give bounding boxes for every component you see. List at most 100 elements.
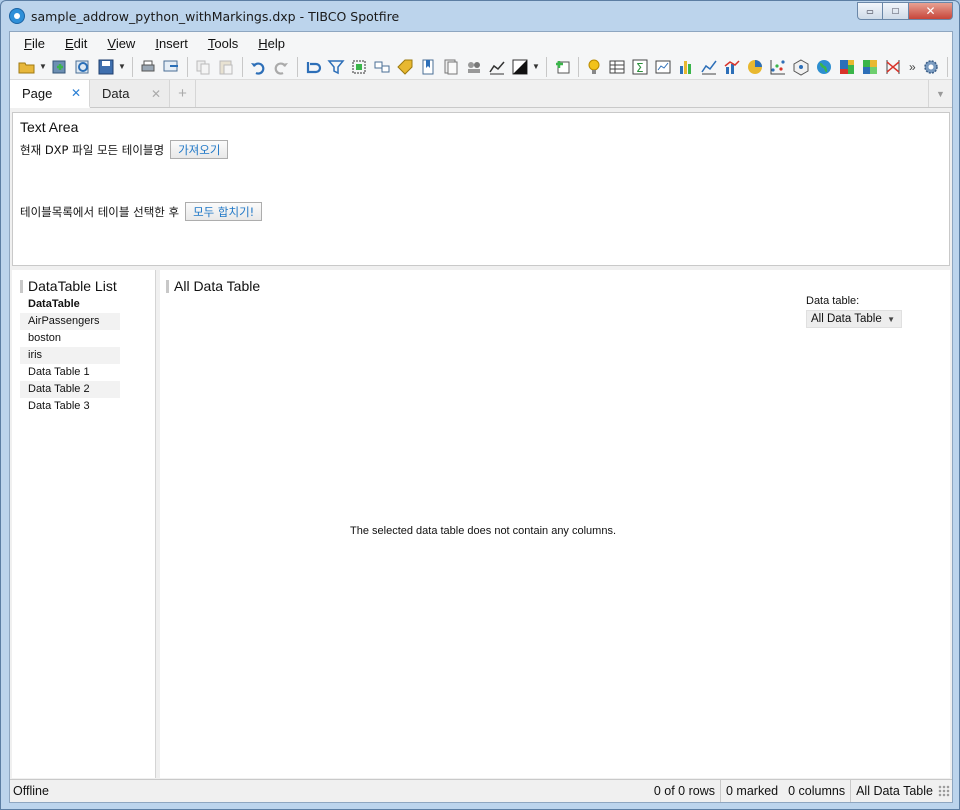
save-icon[interactable] xyxy=(95,56,117,78)
spotfire-app-icon xyxy=(9,8,25,24)
markings-icon[interactable] xyxy=(348,56,370,78)
treemap-icon[interactable] xyxy=(836,56,858,78)
merge-tables-label: 테이블목록에서 테이블 선택한 후 xyxy=(20,204,180,219)
open-dropdown-icon[interactable]: ▼ xyxy=(39,62,47,71)
open-icon[interactable] xyxy=(16,56,38,78)
menu-insert[interactable]: Insert xyxy=(145,36,198,51)
combination-chart-icon[interactable] xyxy=(721,56,743,78)
window-title: sample_addrow_python_withMarkings.dxp - … xyxy=(31,8,400,24)
properties-icon[interactable] xyxy=(486,56,508,78)
data-table-selected: All Data Table xyxy=(811,313,882,325)
text-area-title: Text Area xyxy=(20,119,79,135)
redo-icon[interactable] xyxy=(270,56,292,78)
details-icon[interactable] xyxy=(463,56,485,78)
toolbar-separator xyxy=(546,56,547,77)
close-tab-icon[interactable]: ✕ xyxy=(151,87,161,101)
datatable-list-header: DataTable List xyxy=(20,278,117,294)
color-scheme-dropdown-icon[interactable]: ▼ xyxy=(532,62,540,71)
maximize-button[interactable]: □ xyxy=(883,2,909,20)
tab-label: Page xyxy=(22,85,53,101)
data-table-label: Data table: xyxy=(806,295,860,307)
merge-tables-row: 테이블목록에서 테이블 선택한 후 모두 합치기! xyxy=(20,202,263,221)
filter-icon[interactable] xyxy=(325,56,347,78)
insert-data-icon[interactable] xyxy=(49,56,71,78)
data-relations-icon[interactable] xyxy=(371,56,393,78)
active-table-status[interactable]: All Data Table xyxy=(850,780,938,802)
table-icon[interactable] xyxy=(606,56,628,78)
toolbar-overflow-icon[interactable]: » xyxy=(909,60,916,74)
recommendations-icon[interactable] xyxy=(583,56,605,78)
visualization-header: All Data Table xyxy=(166,278,260,294)
list-item[interactable]: Data Table 2 xyxy=(20,381,120,398)
map-chart-icon[interactable] xyxy=(813,56,835,78)
tab-data[interactable]: Data ✕ xyxy=(90,80,170,107)
reload-icon[interactable] xyxy=(72,56,94,78)
list-item[interactable]: iris xyxy=(20,347,120,364)
bookmark-icon[interactable] xyxy=(417,56,439,78)
data-table-select[interactable]: All Data Table ▼ xyxy=(806,310,902,328)
resize-grip-icon[interactable] xyxy=(938,785,950,797)
print-icon[interactable] xyxy=(137,56,159,78)
undo-icon[interactable] xyxy=(247,56,269,78)
text-area-panel: Text Area 현재 DXP 파일 모든 테이블명 가져오기 테이블목록에서… xyxy=(12,112,950,266)
menu-bar: File Edit View Insert Tools Help xyxy=(10,32,952,54)
menu-tools[interactable]: Tools xyxy=(198,36,248,51)
graphical-table-icon[interactable] xyxy=(652,56,674,78)
export-icon[interactable] xyxy=(160,56,182,78)
heat-map-icon[interactable] xyxy=(859,56,881,78)
copy-icon[interactable] xyxy=(192,56,214,78)
new-page-icon[interactable] xyxy=(551,56,573,78)
window-controls: ▭ □ ✕ xyxy=(857,2,953,20)
get-tables-button[interactable]: 가져오기 xyxy=(170,140,229,159)
toolbar-separator xyxy=(297,56,298,77)
status-right-group: 0 of 0 rows 0 marked 0 columns All Data … xyxy=(649,780,952,802)
cross-table-icon[interactable]: Σ xyxy=(629,56,651,78)
add-page-button[interactable]: + xyxy=(170,80,196,107)
list-item[interactable]: boston xyxy=(20,330,120,347)
list-item[interactable]: AirPassengers xyxy=(20,313,120,330)
reset-icon[interactable] xyxy=(302,56,324,78)
tags-icon[interactable] xyxy=(394,56,416,78)
header-accent-bar xyxy=(166,279,169,293)
menu-edit[interactable]: Edit xyxy=(55,36,97,51)
close-tab-icon[interactable]: ✕ xyxy=(71,86,81,100)
list-item[interactable]: Data Table 3 xyxy=(20,398,120,415)
tools-icon[interactable] xyxy=(920,56,942,78)
bar-chart-icon[interactable] xyxy=(675,56,697,78)
status-bar: Offline 0 of 0 rows 0 marked 0 columns A… xyxy=(10,779,952,802)
close-icon: ✕ xyxy=(925,4,936,18)
merge-all-button[interactable]: 모두 합치기! xyxy=(185,202,263,221)
close-button[interactable]: ✕ xyxy=(909,2,953,20)
parallel-coordinates-icon[interactable] xyxy=(882,56,904,78)
chevron-down-icon: ▼ xyxy=(887,314,895,324)
menu-view[interactable]: View xyxy=(97,36,145,51)
table-visualization: All Data Table Data table: All Data Tabl… xyxy=(160,270,950,778)
line-chart-icon[interactable] xyxy=(698,56,720,78)
menu-file[interactable]: File xyxy=(14,36,55,51)
toolbar-separator xyxy=(132,56,133,77)
maximize-icon: □ xyxy=(892,5,899,17)
page-tab-bar: Page ✕ Data ✕ + ▼ xyxy=(10,80,952,108)
paste-icon[interactable] xyxy=(215,56,237,78)
toolbar-separator xyxy=(946,56,948,77)
list-item-header: DataTable xyxy=(28,298,80,310)
3d-scatter-icon[interactable] xyxy=(790,56,812,78)
menu-help[interactable]: Help xyxy=(248,36,295,51)
svg-text:Σ: Σ xyxy=(636,61,644,75)
pie-chart-icon[interactable] xyxy=(744,56,766,78)
datatable-list: DataTable AirPassengers boston iris Data… xyxy=(20,296,120,415)
toolbar: ▼ ▼ ▼ Σ » xyxy=(10,54,952,80)
color-scheme-icon[interactable] xyxy=(509,56,531,78)
get-tables-label: 현재 DXP 파일 모든 테이블명 xyxy=(20,142,165,157)
tab-menu-icon[interactable]: ▼ xyxy=(928,80,952,107)
lists-icon[interactable] xyxy=(440,56,462,78)
datatable-list-panel: DataTable List DataTable AirPassengers b… xyxy=(12,270,156,778)
toolbar-separator xyxy=(187,56,188,77)
save-dropdown-icon[interactable]: ▼ xyxy=(118,62,126,71)
client-area: File Edit View Insert Tools Help ▼ ▼ ▼ Σ… xyxy=(9,31,953,803)
scatter-plot-icon[interactable] xyxy=(767,56,789,78)
minimize-button[interactable]: ▭ xyxy=(857,2,883,20)
tab-page[interactable]: Page ✕ xyxy=(10,80,90,108)
connection-status: Offline xyxy=(13,784,49,798)
list-item[interactable]: Data Table 1 xyxy=(20,364,120,381)
